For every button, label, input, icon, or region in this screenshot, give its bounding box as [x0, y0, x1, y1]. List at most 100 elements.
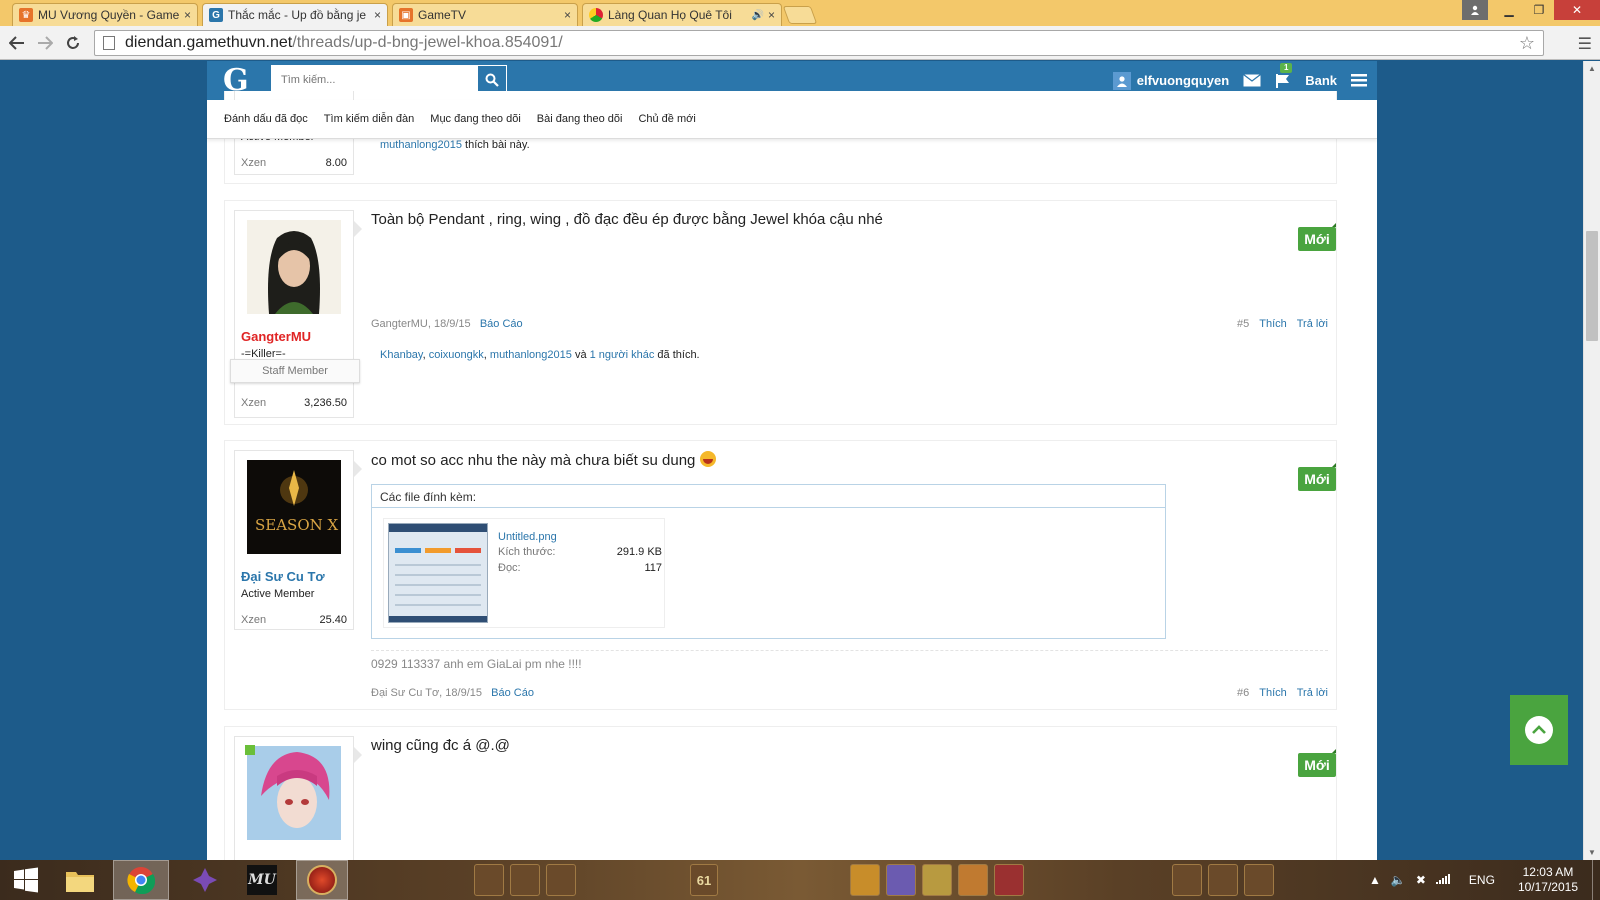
new-threads-link[interactable]: Chủ đề mới	[638, 113, 695, 125]
chrome-taskbar-icon[interactable]	[113, 860, 169, 900]
post-number[interactable]: #5	[1237, 318, 1249, 330]
close-tab-icon[interactable]: ×	[564, 8, 571, 22]
new-tab-button[interactable]	[782, 6, 818, 24]
tab-title: Làng Quan Họ Quê Tôi	[608, 8, 732, 22]
xzen-row: Xzen 25.40	[241, 614, 347, 626]
user-icon[interactable]	[1462, 0, 1488, 20]
back-arrow-icon[interactable]	[6, 32, 28, 54]
size-label: Kích thước:	[498, 546, 556, 558]
tab-lang-quan-ho[interactable]: Làng Quan Họ Quê Tôi 🔊 ×	[582, 3, 782, 26]
likes-summary: muthanlong2015 thích bài này.	[380, 139, 530, 151]
scrollbar-thumb[interactable]	[1586, 231, 1598, 341]
post-message-text: co mot so acc nhu the này mà chưa biết s…	[371, 452, 696, 469]
views-value: 117	[644, 562, 662, 574]
user-avatar[interactable]	[247, 220, 341, 314]
game-skill-slot	[474, 864, 504, 896]
tab-gametv[interactable]: ▣ GameTV ×	[392, 3, 578, 26]
user-menu[interactable]: elfvuongquyen	[1112, 71, 1230, 90]
tab-thac-mac[interactable]: G Thắc mắc - Up đồ bằng je ×	[202, 3, 388, 26]
page-scrollbar[interactable]: ▲ ▼	[1583, 61, 1600, 860]
g-icon: G	[209, 8, 223, 22]
windows-start-icon[interactable]	[4, 860, 48, 900]
url-path: /threads/up-d-bng-jewel-khoa.854091/	[292, 34, 563, 51]
likes-and: và	[574, 349, 587, 361]
close-tab-icon[interactable]: ×	[374, 8, 381, 22]
new-badge: Mới	[1298, 749, 1336, 777]
clock-time: 12:03 AM	[1522, 865, 1574, 879]
language-indicator[interactable]: ENG	[1469, 873, 1495, 887]
scroll-to-top-button[interactable]	[1510, 695, 1568, 765]
mu-client-icon[interactable]	[296, 860, 348, 900]
address-bar[interactable]: diendan.gamethuvn.net/threads/up-d-bng-j…	[94, 30, 1544, 56]
report-link[interactable]: Báo Cáo	[480, 318, 523, 330]
others-link[interactable]: 1 người khác	[590, 349, 655, 361]
mu-game-icon[interactable]: MU	[240, 860, 284, 900]
report-link[interactable]: Báo Cáo	[491, 687, 534, 699]
restore-button[interactable]: ❐	[1524, 0, 1554, 20]
browser-menu-icon[interactable]: ☰	[1578, 34, 1592, 54]
reply-link[interactable]: Trả lời	[1297, 318, 1328, 330]
like-link[interactable]: Thích	[1259, 687, 1287, 699]
game-launcher-icon[interactable]	[185, 860, 225, 900]
mark-read-link[interactable]: Đánh dấu đã đọc	[224, 113, 308, 125]
wifi-signal-icon[interactable]	[1435, 873, 1450, 887]
watched-items-link[interactable]: Mục đang theo dõi	[430, 113, 521, 125]
attachment-thumbnail[interactable]	[388, 523, 488, 623]
post-7: wing cũng đc á @.@ Mới	[224, 726, 1337, 860]
username-label: elfvuongquyen	[1136, 73, 1230, 88]
network-warning-icon[interactable]: ✖	[1416, 873, 1426, 887]
hamburger-menu-icon[interactable]	[1351, 74, 1367, 87]
show-desktop-button[interactable]	[1592, 860, 1600, 900]
liker-link[interactable]: Khanbay	[380, 349, 423, 361]
forward-arrow-icon[interactable]	[34, 32, 56, 54]
page-viewport: G elfvuongquyen 1 Bank	[0, 61, 1583, 860]
tab-mu-vuong-quyen[interactable]: ♛ MU Vương Quyền - Game ×	[12, 3, 198, 26]
show-hidden-icons-chevron-icon[interactable]: ▲	[1369, 873, 1381, 887]
file-explorer-icon[interactable]	[58, 860, 102, 900]
liker-link[interactable]: muthanlong2015	[490, 349, 572, 361]
post-meta: Đại Sư Cu Tơ, 18/9/15 Báo Cáo #6 Thích T…	[371, 687, 1328, 699]
watched-threads-link[interactable]: Bài đang theo dõi	[537, 113, 623, 125]
liker-link[interactable]: coixuongkk	[429, 349, 484, 361]
username[interactable]: GangterMU	[241, 329, 311, 344]
attachment-views-row: Đọc: 117	[498, 562, 662, 574]
url-text: diendan.gamethuvn.net/threads/up-d-bng-j…	[125, 34, 563, 52]
xzen-value: 3,236.50	[304, 397, 347, 409]
bookmark-star-icon[interactable]: ☆	[1519, 33, 1535, 54]
user-avatar[interactable]	[247, 746, 341, 840]
game-skill-slot	[958, 864, 988, 896]
new-badge: Mới	[1298, 223, 1336, 251]
clock[interactable]: 12:03 AM 10/17/2015	[1518, 865, 1578, 895]
online-indicator	[245, 745, 255, 755]
like-link[interactable]: Thích	[1259, 318, 1287, 330]
views-label: Đọc:	[498, 562, 521, 574]
alerts-flag-icon[interactable]: 1	[1275, 62, 1293, 89]
game-skill-slot	[1172, 864, 1202, 896]
game-skill-slot	[922, 864, 952, 896]
system-tray: ▲ 🔈 ✖ ENG 12:03 AM 10/17/2015	[1364, 860, 1600, 900]
reload-icon[interactable]	[62, 32, 84, 54]
scroll-up-arrow-icon[interactable]: ▲	[1588, 64, 1596, 73]
avatar-logo-text: SEASON X	[255, 516, 339, 534]
attachment-filename-link[interactable]: Untitled.png	[498, 531, 557, 543]
search-forums-link[interactable]: Tìm kiếm diễn đàn	[324, 113, 414, 125]
xzen-label: Xzen	[241, 397, 267, 409]
reply-link[interactable]: Trả lời	[1297, 687, 1328, 699]
scroll-down-arrow-icon[interactable]: ▼	[1588, 848, 1596, 857]
close-tab-icon[interactable]: ×	[184, 8, 191, 22]
attachment-item: Untitled.png Kích thước: 291.9 KB Đọc: 1…	[383, 518, 665, 628]
minimize-button[interactable]: ▁	[1494, 0, 1524, 20]
post-number[interactable]: #6	[1237, 687, 1249, 699]
user-box-pointer	[354, 747, 362, 763]
forum-container: G elfvuongquyen 1 Bank	[207, 61, 1377, 860]
close-tab-icon[interactable]: ×	[768, 8, 775, 22]
username[interactable]: Đại Sư Cu Tơ	[241, 569, 325, 584]
inbox-icon[interactable]	[1243, 74, 1262, 87]
game-skill-slot	[850, 864, 880, 896]
volume-icon[interactable]: 🔈	[1391, 873, 1406, 887]
user-avatar[interactable]: SEASON X	[247, 460, 341, 554]
post-content: co mot so acc nhu the này mà chưa biết s…	[371, 451, 1336, 701]
close-window-button[interactable]: ✕	[1554, 0, 1600, 20]
bank-link[interactable]: Bank	[1305, 73, 1337, 88]
liker-link[interactable]: muthanlong2015	[380, 139, 462, 151]
